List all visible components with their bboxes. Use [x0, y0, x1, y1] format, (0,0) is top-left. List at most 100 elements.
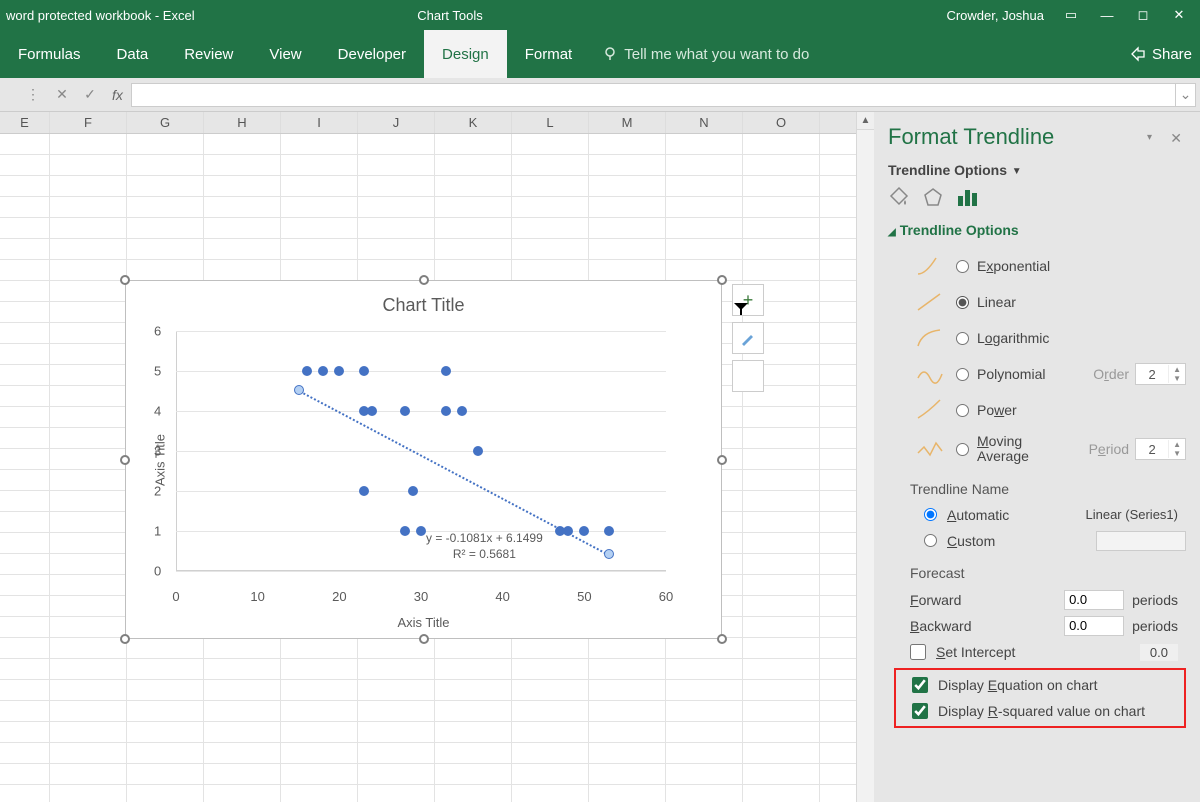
resize-handle[interactable]: [120, 275, 130, 285]
minimize-icon[interactable]: —: [1098, 8, 1116, 23]
radio-automatic[interactable]: [924, 508, 937, 521]
logarithmic-icon: [916, 326, 944, 350]
tell-me[interactable]: Tell me what you want to do: [602, 46, 809, 63]
periods-label2: periods: [1132, 618, 1178, 634]
period-input[interactable]: [1136, 439, 1168, 459]
option-power[interactable]: Power: [894, 392, 1186, 428]
col-J[interactable]: J: [358, 112, 435, 133]
resize-handle[interactable]: [419, 634, 429, 644]
trendline-equation-label[interactable]: y = -0.1081x + 6.1499 R² = 0.5681: [426, 531, 543, 562]
moving-average-icon: [916, 437, 944, 461]
set-intercept-row[interactable]: Set Intercept 0.0: [894, 639, 1186, 666]
intercept-value: 0.0: [1140, 644, 1178, 661]
col-K[interactable]: K: [435, 112, 512, 133]
radio-exponential[interactable]: [956, 260, 969, 273]
scroll-up-icon[interactable]: ▲: [857, 112, 874, 130]
chart-title[interactable]: Chart Title: [126, 281, 721, 316]
backward-input[interactable]: [1064, 616, 1124, 636]
ribbon-display-options-icon[interactable]: ▭: [1062, 7, 1080, 23]
tab-view[interactable]: View: [251, 30, 319, 78]
col-N[interactable]: N: [666, 112, 743, 133]
formula-input[interactable]: [131, 83, 1176, 107]
display-r-squared-row[interactable]: Display R-squared value on chart: [896, 698, 1184, 724]
resize-handle[interactable]: [717, 634, 727, 644]
option-exponential[interactable]: Exponential: [894, 248, 1186, 284]
col-F[interactable]: F: [50, 112, 127, 133]
y-axis-title[interactable]: Axis Title: [153, 433, 168, 485]
display-equation-row[interactable]: Display Equation on chart: [896, 672, 1184, 698]
trendline-options-icon[interactable]: [956, 186, 980, 208]
order-spinner[interactable]: ▲▼: [1135, 363, 1186, 385]
resize-handle[interactable]: [120, 455, 130, 465]
column-headers: E F G H I J K L M N O: [0, 112, 856, 134]
section-label: Trendline Options: [900, 222, 1019, 238]
tab-data[interactable]: Data: [99, 30, 167, 78]
radio-linear[interactable]: [956, 296, 969, 309]
radio-power[interactable]: [956, 404, 969, 417]
custom-name[interactable]: Custom: [894, 527, 1186, 555]
period-spinner[interactable]: ▲▼: [1135, 438, 1186, 460]
chart-object[interactable]: Chart Title Axis Title Axis Title 012345…: [125, 280, 722, 639]
automatic-name[interactable]: Automatic Linear (Series1): [894, 503, 1186, 527]
option-linear[interactable]: Linear: [894, 284, 1186, 320]
x-axis-title[interactable]: Axis Title: [126, 615, 721, 630]
chart-tools-label: Chart Tools: [390, 8, 510, 23]
effects-options-icon[interactable]: [922, 186, 944, 208]
radio-logarithmic[interactable]: [956, 332, 969, 345]
checkbox-set-intercept[interactable]: [910, 644, 926, 660]
formula-expand-icon[interactable]: ⌄: [1176, 83, 1196, 107]
chart-filters-button[interactable]: [732, 360, 764, 392]
resize-handle[interactable]: [120, 634, 130, 644]
col-G[interactable]: G: [127, 112, 204, 133]
col-L[interactable]: L: [512, 112, 589, 133]
radio-custom[interactable]: [924, 534, 937, 547]
radio-moving-average[interactable]: [956, 443, 969, 456]
tab-formulas[interactable]: Formulas: [0, 30, 99, 78]
tab-developer[interactable]: Developer: [320, 30, 424, 78]
col-H[interactable]: H: [204, 112, 281, 133]
format-trendline-pane: Format Trendline ▾ ✕ Trendline Options ▼…: [874, 112, 1200, 802]
col-I[interactable]: I: [281, 112, 358, 133]
automatic-value: Linear (Series1): [1086, 507, 1187, 522]
option-logarithmic[interactable]: Logarithmic: [894, 320, 1186, 356]
linear-icon: [916, 290, 944, 314]
order-input[interactable]: [1136, 364, 1168, 384]
forward-row: Forward periods: [894, 587, 1186, 613]
tab-design[interactable]: Design: [424, 30, 507, 78]
col-O[interactable]: O: [743, 112, 820, 133]
fx-label[interactable]: fx: [112, 87, 123, 103]
enter-formula-icon[interactable]: ✓: [76, 83, 104, 107]
resize-handle[interactable]: [717, 275, 727, 285]
tab-format[interactable]: Format: [507, 30, 591, 78]
maximize-icon[interactable]: ◻: [1134, 7, 1152, 23]
option-polynomial[interactable]: Polynomial Order ▲▼: [894, 356, 1186, 392]
checkbox-display-equation[interactable]: [912, 677, 928, 693]
section-trendline-options[interactable]: ◢Trendline Options: [888, 222, 1186, 238]
formula-bar: ⋮ ✕ ✓ fx ⌄: [0, 78, 1200, 112]
custom-name-input[interactable]: [1096, 531, 1186, 551]
col-M[interactable]: M: [589, 112, 666, 133]
fill-options-icon[interactable]: [888, 186, 910, 208]
trendline-name-label: Trendline Name: [910, 481, 1186, 497]
col-E[interactable]: E: [0, 112, 50, 133]
option-moving-average[interactable]: MovingAverage Period ▲▼: [894, 428, 1186, 471]
name-box-dropdown[interactable]: ⋮: [18, 86, 48, 103]
radio-polynomial[interactable]: [956, 368, 969, 381]
tab-review[interactable]: Review: [166, 30, 251, 78]
vertical-scrollbar[interactable]: ▲: [856, 112, 874, 802]
share-button[interactable]: Share: [1130, 46, 1200, 63]
pane-close-icon[interactable]: ✕: [1170, 130, 1182, 147]
close-icon[interactable]: ✕: [1170, 7, 1188, 23]
resize-handle[interactable]: [419, 275, 429, 285]
cancel-formula-icon[interactable]: ✕: [48, 83, 76, 107]
backward-row: Backward periods: [894, 613, 1186, 639]
worksheet-area[interactable]: E F G H I J K L M N O Chart Title Axis T…: [0, 112, 856, 802]
forward-input[interactable]: [1064, 590, 1124, 610]
highlighted-options: Display Equation on chart Display R-squa…: [894, 668, 1186, 728]
pane-subtitle[interactable]: Trendline Options ▼: [888, 162, 1186, 178]
resize-handle[interactable]: [717, 455, 727, 465]
share-label: Share: [1152, 46, 1192, 63]
pane-subtitle-text: Trendline Options: [888, 162, 1007, 178]
checkbox-display-r-squared[interactable]: [912, 703, 928, 719]
pane-options-icon[interactable]: ▾: [1147, 132, 1152, 143]
